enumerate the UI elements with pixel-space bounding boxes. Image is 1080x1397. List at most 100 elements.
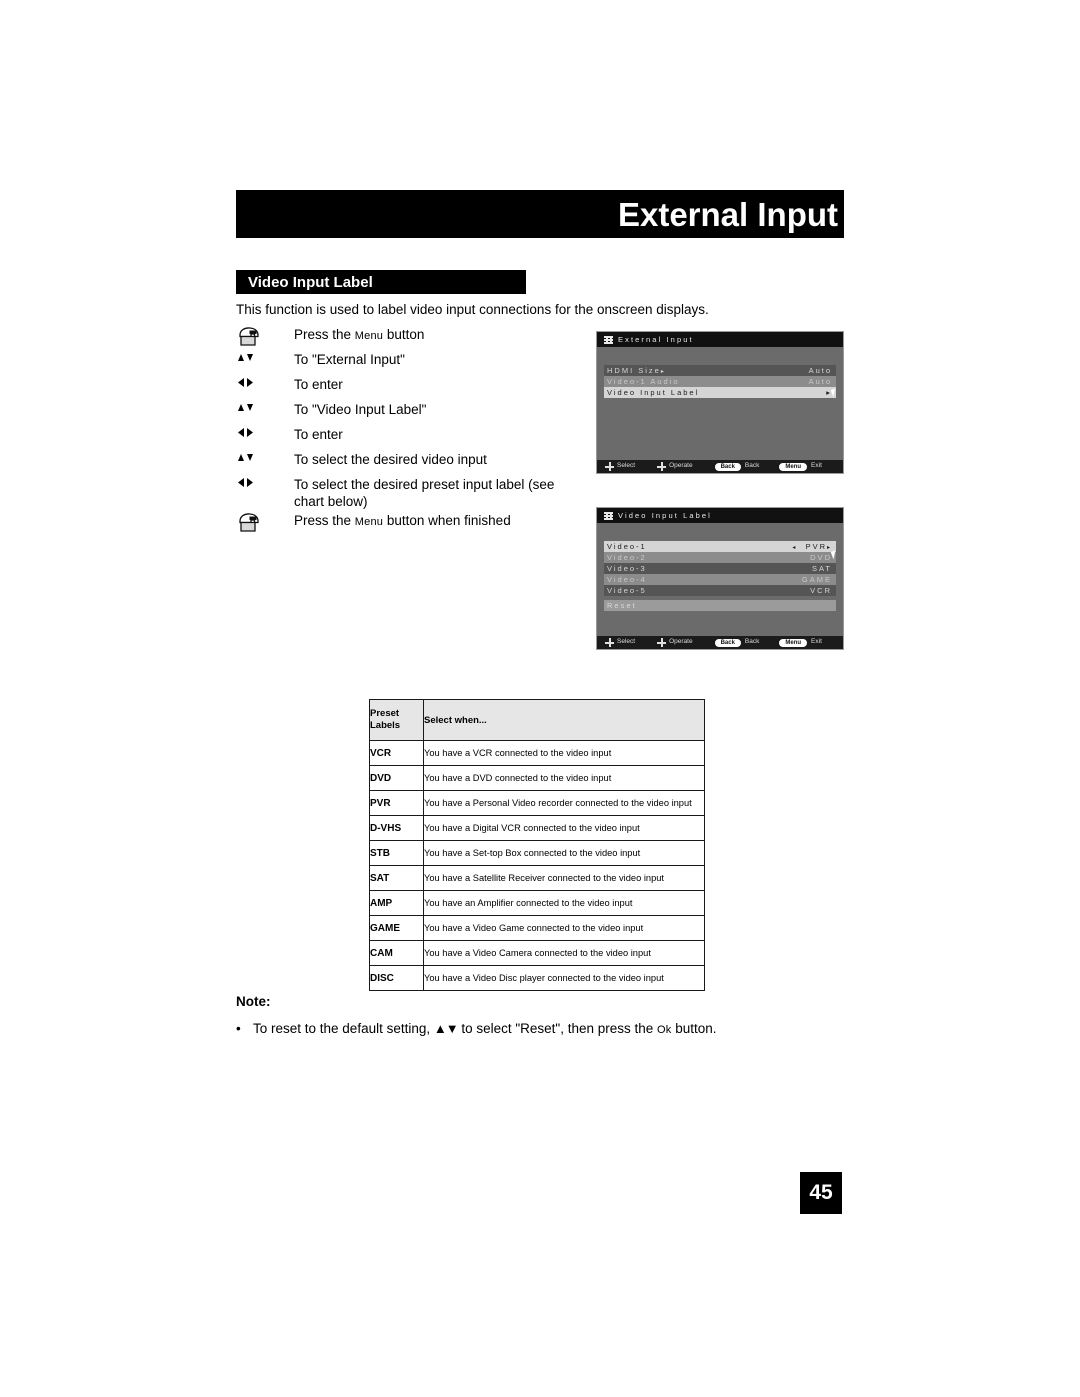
osd-row-video-2[interactable]: Video-2 DVD — [604, 552, 836, 563]
footer-back-label: Back — [744, 462, 760, 470]
left-right-arrows-icon — [236, 475, 294, 489]
intro-paragraph: This function is used to label video inp… — [236, 302, 709, 317]
row-desc: You have an Amplifier connected to the v… — [423, 890, 705, 916]
table-row: STB You have a Set-top Box connected to t… — [369, 840, 705, 866]
footer-back-label: Back — [744, 638, 760, 646]
osd-row-video-5[interactable]: Video-5 VCR — [604, 585, 836, 596]
table-row: GAME You have a Video Game connected to t… — [369, 915, 705, 941]
osd-row-label: Video-2 — [607, 552, 647, 562]
section-title: Video Input Label — [248, 273, 373, 291]
row-label: DISC — [369, 965, 424, 991]
table-row: AMP You have an Amplifier connected to th… — [369, 890, 705, 916]
osd-row-label-text: HDMI Size — [607, 365, 661, 375]
menu-button-pill[interactable]: Menu — [779, 462, 808, 471]
row-desc: You have a VCR connected to the video in… — [423, 740, 705, 766]
dpad-icon — [657, 638, 667, 647]
note-text-mid: to select "Reset", then press the — [457, 1021, 658, 1036]
note-body: • To reset to the default setting, ▲▼ to… — [236, 1020, 856, 1038]
step-text: To select the desired preset input label… — [294, 477, 555, 509]
footer-operate: Operate — [657, 462, 693, 471]
row-desc: You have a Satellite Receiver connected … — [423, 865, 705, 891]
row-label: DVD — [369, 765, 424, 791]
footer-operate-label: Operate — [669, 462, 693, 470]
osd-body: Video-1 ◂ PVR▸ Video-2 DVD Video-3 SAT V… — [597, 523, 843, 649]
osd-row-value: VCR — [810, 585, 832, 595]
osd-row-reset[interactable]: Reset — [604, 600, 836, 611]
step-text: To enter — [294, 427, 343, 442]
osd-row-list: Video-1 ◂ PVR▸ Video-2 DVD Video-3 SAT V… — [604, 541, 839, 611]
dpad-icon — [605, 638, 614, 647]
hand-press-icon — [236, 325, 294, 350]
osd-titlebar: Video Input Label — [597, 508, 843, 523]
table-header-select-when: Select when... — [423, 699, 705, 741]
step-text: To "External Input" — [294, 352, 405, 367]
osd-body: HDMI Size▸ Auto Video-1 Audio Auto Video… — [597, 347, 843, 473]
osd-row-hdmi-size[interactable]: HDMI Size▸ Auto — [604, 365, 836, 376]
osd-row-video-1[interactable]: Video-1 ◂ PVR▸ — [604, 541, 836, 552]
table-row: SAT You have a Satellite Receiver connect… — [369, 865, 705, 891]
table-row: D-VHS You have a Digital VCR connected to… — [369, 815, 705, 841]
table-body: VCR You have a VCR connected to the video… — [369, 740, 705, 991]
up-down-arrows-icon — [236, 350, 294, 364]
footer-select: Select — [605, 462, 635, 471]
osd-external-input: External Input HDMI Size▸ Auto Video-1 A… — [596, 331, 844, 474]
row-label: STB — [369, 840, 424, 866]
step-text-post: button — [383, 327, 425, 342]
table-row: VCR You have a VCR connected to the video… — [369, 740, 705, 766]
step-text-pre: Press the — [294, 512, 355, 528]
row-desc: You have a Video Disc player connected t… — [423, 965, 705, 991]
back-button-pill[interactable]: Back — [714, 462, 741, 471]
table-row: PVR You have a Personal Video recorder co… — [369, 790, 705, 816]
table-head: Preset Labels Select when... — [369, 699, 705, 741]
menu-button-pill[interactable]: Menu — [779, 638, 808, 647]
up-down-arrows-icon: ▲▼ — [433, 1021, 459, 1036]
table-row: DVD You have a DVD connected to the video… — [369, 765, 705, 791]
footer-menu-exit: Menu Exit — [779, 638, 822, 647]
row-desc: You have a Video Game connected to the v… — [423, 915, 705, 941]
table-header-preset-labels: Preset Labels — [369, 699, 424, 741]
header-line-1: Preset — [370, 708, 400, 720]
osd-row-video1-audio[interactable]: Video-1 Audio Auto — [604, 376, 836, 387]
row-label: CAM — [369, 940, 424, 966]
step-item: Press the Menu button — [236, 325, 586, 350]
osd-title: External Input — [618, 334, 694, 344]
osd-row-value: DVD — [810, 552, 832, 562]
footer-operate: Operate — [657, 638, 693, 647]
chevron-left-icon[interactable]: ◂ — [792, 545, 797, 551]
step-item: To enter — [236, 425, 586, 450]
osd-row-value-group: ◂ PVR▸ — [792, 542, 834, 551]
osd-video-input-label: Video Input Label Video-1 ◂ PVR▸ Video-2… — [596, 507, 844, 650]
osd-row-video-3[interactable]: Video-3 SAT — [604, 563, 836, 574]
dpad-icon — [657, 462, 667, 471]
osd-row-video-4[interactable]: Video-4 GAME — [604, 574, 836, 585]
step-item: To "External Input" — [236, 350, 586, 375]
up-down-arrows-icon — [236, 400, 294, 414]
chevron-right-icon[interactable]: ▸ — [827, 545, 832, 551]
osd-row-value: Auto — [808, 376, 832, 386]
step-text: To "Video Input Label" — [294, 402, 427, 417]
menu-sliders-icon — [604, 335, 613, 344]
chevron-right-icon: ▸ — [660, 368, 666, 375]
page-header-bar: External Input — [236, 190, 844, 238]
osd-row-label: Video Input Label — [607, 387, 700, 397]
note-text: To reset to the default setting, ▲▼ to s… — [253, 1020, 717, 1038]
header-line-2: Labels — [370, 720, 401, 731]
back-button-pill[interactable]: Back — [714, 638, 741, 647]
osd-row-video-input-label[interactable]: Video Input Label ▸ — [604, 387, 836, 398]
row-desc: You have a DVD connected to the video in… — [423, 765, 705, 791]
note-text-pre: To reset to the default setting, — [253, 1021, 434, 1036]
osd-row-label: Reset — [607, 600, 637, 610]
table-header-row: Preset Labels Select when... — [369, 699, 705, 741]
row-desc: You have a Set-top Box connected to the … — [423, 840, 705, 866]
osd-title: Video Input Label — [618, 510, 712, 520]
note-text-post: button. — [671, 1021, 717, 1036]
osd-row-label: HDMI Size▸ — [607, 365, 666, 375]
footer-exit-label: Exit — [811, 462, 822, 470]
osd-row-label: Video-4 — [607, 574, 647, 584]
row-desc: You have a Digital VCR connected to the … — [423, 815, 705, 841]
step-item: To select the desired video input — [236, 450, 586, 475]
up-down-arrows-icon — [236, 450, 294, 464]
steps-list: Press the Menu button To "External Input… — [236, 325, 586, 536]
note-heading: Note: — [236, 994, 271, 1009]
page-number: 45 — [800, 1172, 842, 1214]
